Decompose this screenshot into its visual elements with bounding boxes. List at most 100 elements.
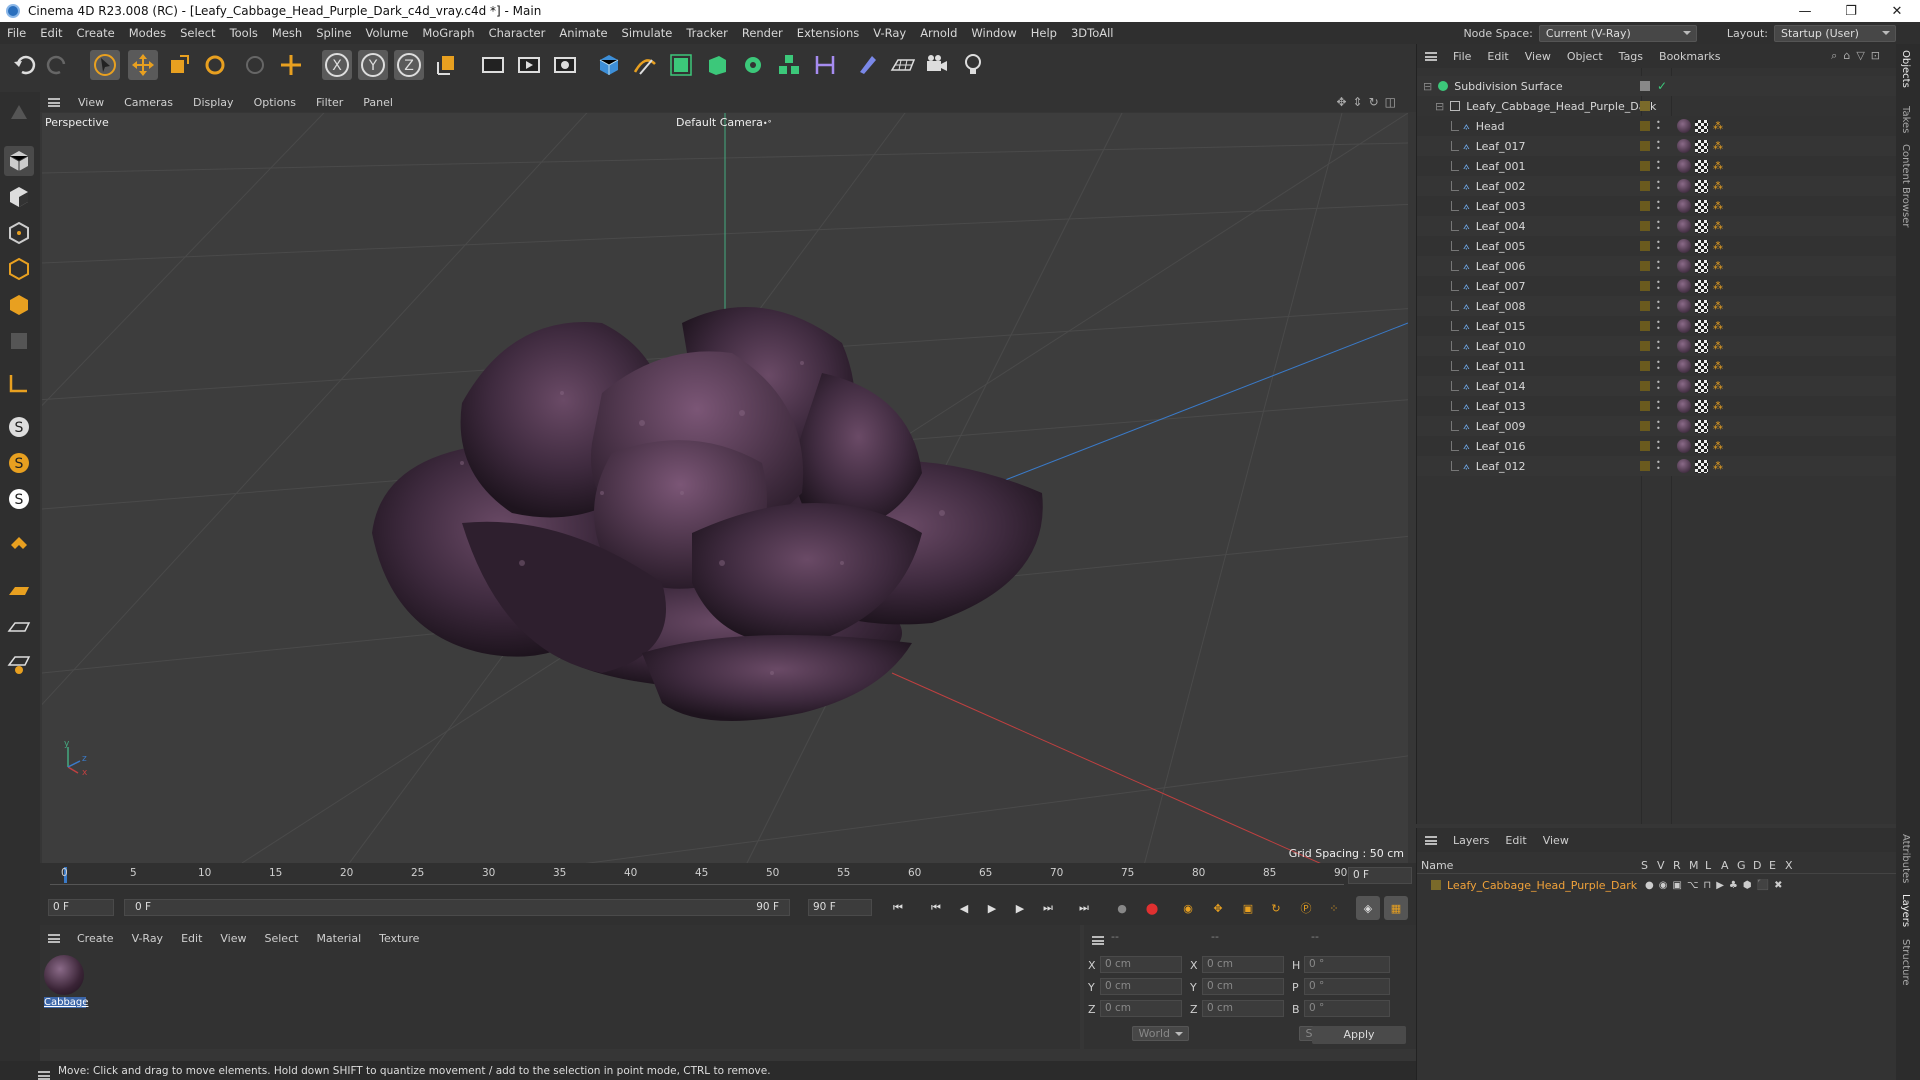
object-row[interactable]: ⟑ Leaf_016 • • ⁂ [1417,436,1897,456]
next-key-icon[interactable]: ⏭ [1036,896,1060,920]
coord-space-dropdown[interactable]: World [1131,1026,1190,1041]
enabled-check-icon[interactable]: ✓ [1657,79,1667,93]
model-mode-icon[interactable] [4,146,34,176]
uvw-tag-icon[interactable] [1695,199,1708,213]
rot-p-field[interactable]: 0 ° [1304,978,1390,995]
material-tag-icon[interactable] [1677,459,1691,473]
uvw-tag-icon[interactable] [1695,439,1708,453]
floor-grid-icon[interactable] [4,612,34,642]
object-row[interactable]: ⟑ Leaf_003 • • ⁂ [1417,196,1897,216]
previous-frame-icon[interactable]: ◀ [952,896,976,920]
material-tag-icon[interactable] [1677,159,1691,173]
material-tag-icon[interactable] [1677,279,1691,293]
material-tag-icon[interactable] [1677,119,1691,133]
visibility-dots-icon[interactable]: • • [1656,299,1661,313]
object-row[interactable]: ⟑ Leaf_005 • • ⁂ [1417,236,1897,256]
uvw-tag-icon[interactable] [1695,299,1708,313]
object-row[interactable]: ⟑ Leaf_013 • • ⁂ [1417,396,1897,416]
coordinate-system-icon[interactable] [432,50,462,80]
object-menu-file[interactable]: File [1445,50,1479,63]
status-menu-icon[interactable] [38,1071,50,1080]
array-icon[interactable] [774,50,804,80]
tab-attributes[interactable]: Attributes [1900,834,1911,883]
uvw-tag-icon[interactable] [1695,399,1708,413]
keyframe-selection-icon[interactable]: ◉ [1176,896,1200,920]
object-row[interactable]: ⟑ Leaf_008 • • ⁂ [1417,296,1897,316]
live-select-icon[interactable] [240,50,270,80]
snap-settings-icon[interactable]: S [4,448,34,478]
light-icon[interactable] [958,50,988,80]
object-row[interactable]: ⟑ Leaf_012 • • ⁂ [1417,456,1897,476]
viewport-menu-options[interactable]: Options [244,96,306,109]
menu-vray[interactable]: V-Ray [866,26,913,40]
polygon-mode-icon[interactable] [4,290,34,320]
close-button[interactable]: ✕ [1874,0,1920,22]
vray-tag-icon[interactable]: ⁂ [1713,181,1723,192]
viewport-nav-icons[interactable]: ✥⇕↻◫ [1336,95,1402,109]
perspective-viewport[interactable]: Perspective Default Camera•° Grid Spacin… [42,113,1408,863]
record-icon[interactable]: ⬤ [1140,896,1164,920]
visibility-dots-icon[interactable]: • • [1656,239,1661,253]
undo-icon[interactable] [10,50,40,80]
tab-content-browser[interactable]: Content Browser [1900,144,1911,227]
menu-character[interactable]: Character [482,26,553,40]
menu-mograph[interactable]: MoGraph [415,26,481,40]
menu-file[interactable]: File [0,26,33,40]
material-tag-icon[interactable] [1677,239,1691,253]
pos-x-field[interactable]: 0 cm [1100,956,1182,973]
magnet-icon[interactable] [4,530,34,560]
menu-create[interactable]: Create [70,26,122,40]
start-frame-field[interactable]: 0 F [48,899,114,916]
uvw-tag-icon[interactable] [1695,219,1708,233]
object-row[interactable]: ⟑ Leaf_001 • • ⁂ [1417,156,1897,176]
material-tag-icon[interactable] [1677,439,1691,453]
coord-menu-icon[interactable] [1092,936,1104,945]
rot-b-field[interactable]: 0 ° [1304,1000,1390,1017]
parameter-key-icon[interactable]: Ⓟ [1294,896,1318,920]
object-menu-tags[interactable]: Tags [1611,50,1651,63]
vray-tag-icon[interactable]: ⁂ [1713,221,1723,232]
object-row-group[interactable]: ⊟ Leafy_Cabbage_Head_Purple_Dark [1417,96,1897,116]
visibility-dots-icon[interactable]: • • [1656,159,1661,173]
select-icon[interactable] [90,50,120,80]
object-menu-view[interactable]: View [1517,50,1559,63]
layer-menu-view[interactable]: View [1535,834,1577,847]
material-tag-icon[interactable] [1677,299,1691,313]
edge-mode-icon[interactable] [4,254,34,284]
visibility-dots-icon[interactable]: • • [1656,319,1661,333]
x-axis-icon[interactable]: X [322,50,352,80]
viewport-menu-icon[interactable] [48,97,60,107]
vray-tag-icon[interactable]: ⁂ [1713,321,1723,332]
uvw-tag-icon[interactable] [1695,179,1708,193]
vray-tag-icon[interactable]: ⁂ [1713,201,1723,212]
viewport-menu-cameras[interactable]: Cameras [114,96,183,109]
position-key-icon[interactable]: ✥ [1206,896,1230,920]
viewport-menu-view[interactable]: View [68,96,114,109]
workplane-icon[interactable] [4,98,34,128]
cube-icon[interactable] [594,50,624,80]
quantize-icon[interactable]: S [4,484,34,514]
visibility-dots-icon[interactable]: • • [1656,459,1661,473]
go-to-start-icon[interactable]: ⏮ [886,896,910,920]
menu-simulate[interactable]: Simulate [615,26,680,40]
frame-range-slider[interactable]: 0 F 90 F [124,899,790,916]
menu-volume[interactable]: Volume [359,26,416,40]
visibility-dots-icon[interactable]: • • [1656,399,1661,413]
visibility-dots-icon[interactable]: • • [1656,119,1661,133]
menu-modes[interactable]: Modes [122,26,173,40]
layer-color-swatch[interactable] [1431,880,1441,890]
material-menu-material[interactable]: Material [307,932,370,945]
material-menu-vray[interactable]: V-Ray [123,932,173,945]
menu-3dtoall[interactable]: 3DToAll [1064,26,1121,40]
pos-y-field[interactable]: 0 cm [1100,978,1182,995]
uvw-tag-icon[interactable] [1695,159,1708,173]
object-row[interactable]: ⟑ Leaf_015 • • ⁂ [1417,316,1897,336]
visibility-dots-icon[interactable]: • • [1656,179,1661,193]
scale-icon[interactable] [164,50,194,80]
y-axis-icon[interactable]: Y [358,50,388,80]
tab-takes[interactable]: Takes [1900,106,1911,133]
object-row[interactable]: ⟑ Leaf_017 • • ⁂ [1417,136,1897,156]
material-tag-icon[interactable] [1677,339,1691,353]
menu-arnold[interactable]: Arnold [913,26,964,40]
snap-icon[interactable]: S [4,412,34,442]
